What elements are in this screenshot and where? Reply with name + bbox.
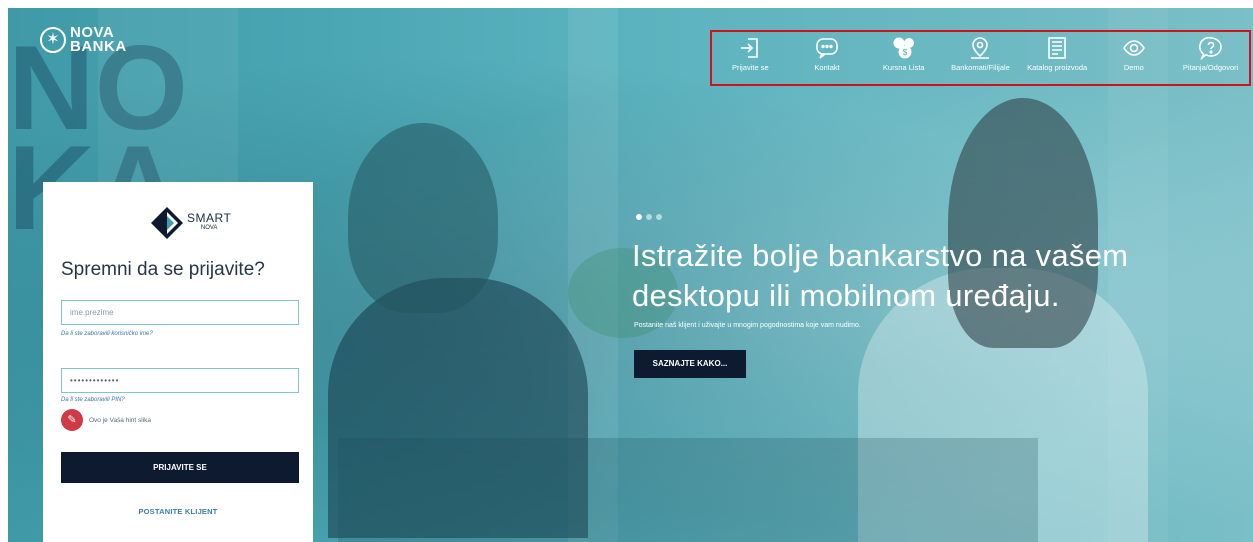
username-input[interactable]: [61, 300, 299, 325]
hint-text: Ovo je Vaša hint slika: [89, 416, 152, 424]
nav-label: Bankomati/Filijale: [951, 63, 1010, 72]
chat-icon: [815, 36, 839, 60]
nav-item-login[interactable]: Prijavite se: [715, 36, 785, 72]
hero-headline: Istražite bolje bankarstvo na vašem desk…: [632, 236, 1232, 316]
nav-label: Pitanja/Odgovori: [1182, 63, 1239, 72]
hero-headline-line2: desktopu ili mobilnom uređaju.: [632, 278, 1060, 313]
nav-label: Kursna Lista: [882, 63, 925, 72]
login-title: Spremni da se prijavite?: [61, 259, 265, 280]
hero-headline-line1: Istražite bolje bankarstvo na vašem: [632, 238, 1129, 273]
nav-label: Kontakt: [814, 63, 840, 72]
hero-desk: [338, 438, 1038, 542]
carousel-dot[interactable]: [646, 214, 652, 220]
hint-image-icon: ✎: [61, 409, 83, 431]
hero-subline: Postanite naš klijent i uživajte u mnogi…: [634, 322, 861, 329]
nav-item-exchange-rates[interactable]: $ Kursna Lista: [869, 36, 939, 72]
question-icon: [1198, 36, 1223, 60]
carousel-dot[interactable]: [656, 214, 662, 220]
nav-item-product-catalog[interactable]: Katalog proizvoda: [1022, 36, 1092, 72]
brand-text: SMART NOVA: [187, 211, 232, 233]
become-client-link[interactable]: POSTANITE KLIJENT: [43, 507, 313, 516]
login-button[interactable]: PRIJAVITE SE: [61, 452, 299, 483]
brand-smart: SMART: [187, 211, 232, 225]
nav-item-atms-branches[interactable]: Bankomati/Filijale: [945, 36, 1015, 72]
forgot-pin-link[interactable]: Da li ste zaboravili PIN?: [61, 397, 125, 403]
svg-text:$: $: [903, 48, 908, 57]
nav-label: Katalog proizvoda: [1027, 63, 1088, 72]
smart-nova-logo: SMART NOVA: [150, 206, 231, 240]
currency-icon: $: [892, 36, 916, 60]
smart-nova-diamond-icon: [151, 207, 183, 239]
brand-nova: NOVA: [200, 225, 218, 231]
nav-item-faq[interactable]: Pitanja/Odgovori: [1176, 36, 1246, 72]
nav-item-contact[interactable]: Kontakt: [792, 36, 862, 72]
nav-label: Demo: [1123, 63, 1144, 72]
logo-line2: BANKA: [70, 38, 127, 55]
hint-image-row: ✎ Ovo je Vaša hint slika: [61, 409, 151, 431]
catalog-icon: [1045, 36, 1069, 60]
hero-person-left-head: [348, 123, 498, 313]
login-icon: [738, 36, 762, 60]
forgot-username-link[interactable]: Da li ste zaboravili korisničko ime?: [61, 331, 153, 337]
eye-icon: [1122, 36, 1146, 60]
learn-how-button[interactable]: SAZNAJTE KAKO...: [634, 350, 746, 378]
nav-label: Prijavite se: [732, 63, 769, 72]
logo-text: NOVA BANKA: [70, 25, 127, 55]
carousel-dot[interactable]: [636, 214, 642, 220]
carousel-indicators: [636, 214, 662, 220]
star-logo-icon: ✶: [40, 27, 66, 53]
top-navigation: Prijavite se Kontakt $ Kursna Lista Bank…: [710, 30, 1251, 86]
login-card: SMART NOVA Spremni da se prijavite? Da l…: [43, 182, 313, 542]
password-input[interactable]: [61, 368, 299, 393]
nav-item-demo[interactable]: Demo: [1099, 36, 1169, 72]
map-pin-icon: [968, 36, 992, 60]
nova-banka-logo[interactable]: ✶ NOVA BANKA: [40, 25, 127, 55]
